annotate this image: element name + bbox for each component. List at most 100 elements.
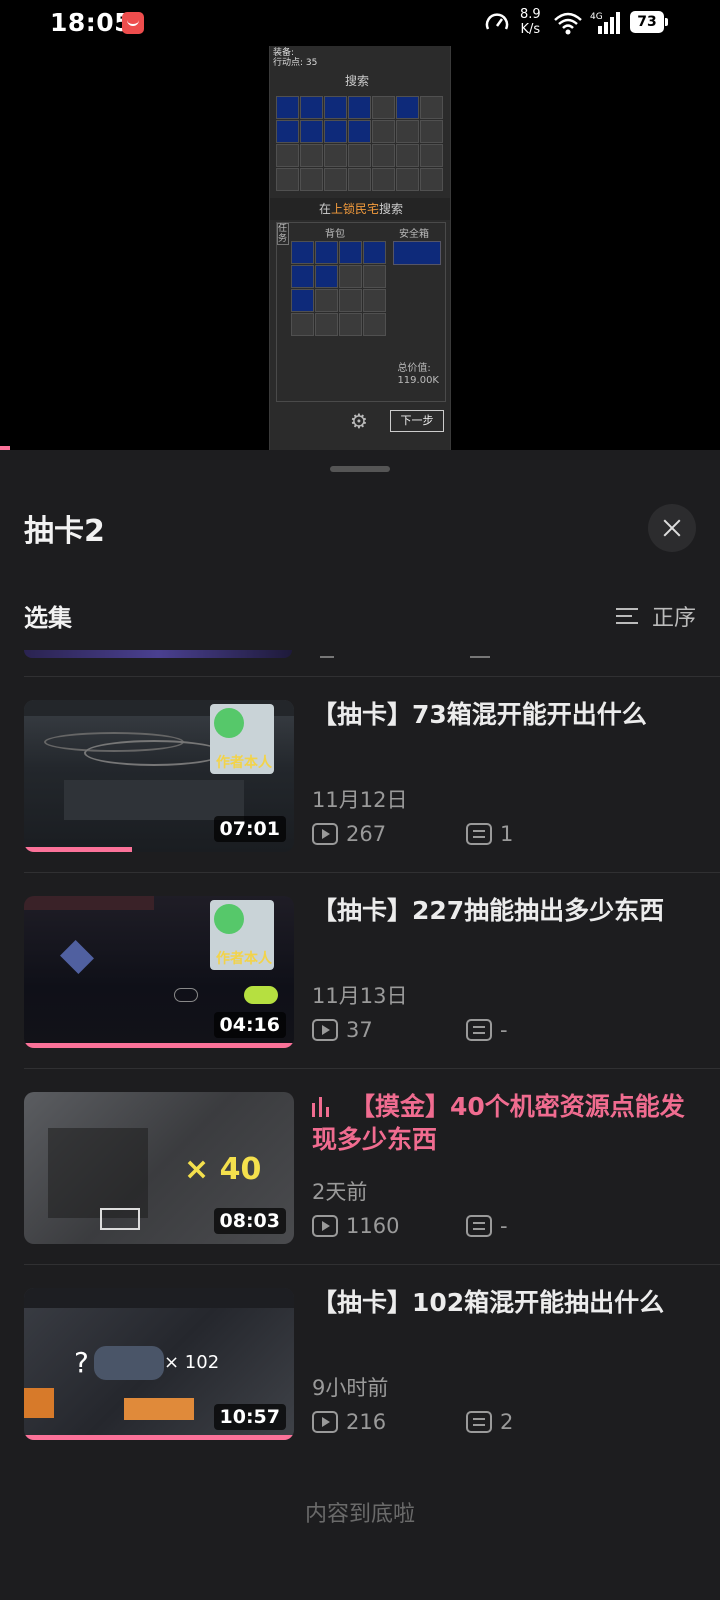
net-speed: 8.9 K/s	[520, 7, 541, 37]
game-screen: 装备: 行动点: 35 搜索 在上锁民宅搜索 任务 背包 安全箱 总价值: 11…	[269, 46, 451, 450]
episode-item[interactable]: 作者本人 07:01 【抽卡】73箱混开能开出什么 11月12日 267 1	[0, 700, 720, 852]
signal-icon: 4G	[590, 12, 620, 34]
episodes-sheet: 抽卡2 选集 正序 作者本人 07:01 【抽卡】73箱混开能开出什么 11月1…	[0, 450, 720, 1600]
episode-stats: 267 1	[312, 822, 696, 846]
game-loot-grid	[276, 96, 443, 191]
episode-item-active[interactable]: × 40 08:03 【摸金】40个机密资源点能发现多少东西 2天前 1160 …	[0, 1092, 720, 1244]
game-next-button: 下一步	[390, 410, 444, 432]
gear-icon: ⚙	[350, 409, 368, 433]
bag-slot	[339, 313, 362, 336]
loot-slot	[372, 96, 395, 119]
loot-slot	[396, 168, 419, 191]
game-backpack-grid	[291, 241, 386, 336]
divider	[24, 872, 720, 873]
loot-slot	[348, 120, 371, 143]
sort-order-button[interactable]: 正序	[615, 600, 696, 632]
comment-count: 1	[500, 822, 514, 846]
peek-divider	[470, 656, 490, 658]
status-bar: 18:05 8.9 K/s 4G 73	[0, 0, 720, 46]
duration: 07:01	[213, 816, 286, 842]
play-count: 37	[346, 1018, 373, 1042]
episode-date: 11月12日	[312, 788, 408, 812]
loot-slot	[372, 144, 395, 167]
comment-count: -	[500, 1018, 508, 1042]
loot-slot	[276, 120, 299, 143]
episode-title: 【抽卡】227抽能抽出多少东西	[312, 896, 665, 925]
wifi-icon	[554, 12, 582, 35]
duration: 08:03	[213, 1208, 286, 1234]
comment-count: 2	[500, 1410, 514, 1434]
close-button[interactable]	[648, 504, 696, 552]
episode-title: 【抽卡】102箱混开能抽出什么	[312, 1288, 665, 1317]
duration: 04:16	[213, 1012, 286, 1038]
loot-slot	[324, 168, 347, 191]
loot-slot	[420, 120, 443, 143]
game-safebox-tab: 安全箱	[399, 229, 429, 240]
bag-slot	[291, 289, 314, 312]
drag-handle[interactable]	[330, 466, 390, 472]
divider	[24, 1264, 720, 1265]
battery-icon: 73	[630, 11, 668, 33]
sheet-title: 抽卡2	[24, 514, 105, 549]
episode-date: 2天前	[312, 1180, 368, 1204]
game-total-value: 总价值: 119.00K	[397, 363, 439, 386]
bag-slot	[291, 265, 314, 288]
divider	[24, 676, 720, 677]
loot-slot	[348, 144, 371, 167]
game-backpack-tab: 背包	[325, 229, 345, 240]
speedometer-icon	[485, 13, 509, 30]
comment-count-icon	[466, 823, 492, 845]
episode-thumbnail: 作者本人 04:16	[24, 896, 294, 1048]
episode-title: 【摸金】40个机密资源点能发现多少东西	[312, 1092, 685, 1154]
divider	[24, 1068, 720, 1069]
loot-slot	[420, 144, 443, 167]
episode-item[interactable]: 作者本人 04:16 【抽卡】227抽能抽出多少东西 11月13日 37 -	[0, 896, 720, 1048]
game-task-tab: 任务	[277, 223, 289, 245]
watch-progress	[24, 1043, 294, 1048]
episode-date: 11月13日	[312, 984, 408, 1008]
loot-slot	[276, 168, 299, 191]
loot-slot	[396, 144, 419, 167]
bag-slot	[339, 289, 362, 312]
loot-slot	[324, 120, 347, 143]
bag-slot	[291, 313, 314, 336]
svg-text:4G: 4G	[590, 12, 603, 22]
play-count: 1160	[346, 1214, 400, 1238]
play-count-icon	[312, 1019, 338, 1041]
comment-count: -	[500, 1214, 508, 1238]
loot-slot	[348, 96, 371, 119]
bag-slot	[315, 313, 338, 336]
sort-icon	[615, 605, 642, 627]
notification-icon	[122, 12, 144, 34]
bag-slot	[363, 241, 386, 264]
clock: 18:05	[50, 8, 133, 37]
comment-count-icon	[466, 1215, 492, 1237]
bag-slot	[363, 265, 386, 288]
episode-title: 【抽卡】73箱混开能开出什么	[312, 700, 647, 729]
play-count-icon	[312, 823, 338, 845]
episode-item[interactable]: ? × 102 10:57 【抽卡】102箱混开能抽出什么 9小时前 216 2	[0, 1288, 720, 1440]
peek-divider	[320, 656, 334, 658]
safebox-slot	[393, 241, 441, 265]
loot-slot	[396, 120, 419, 143]
loot-slot	[420, 96, 443, 119]
bag-slot	[315, 289, 338, 312]
bag-slot	[363, 289, 386, 312]
loot-slot	[300, 168, 323, 191]
bag-slot	[339, 241, 362, 264]
loot-slot	[300, 96, 323, 119]
comment-count-icon	[466, 1019, 492, 1041]
bag-slot	[339, 265, 362, 288]
bag-slot	[315, 265, 338, 288]
previous-episode-peek	[24, 650, 292, 664]
episode-stats: 216 2	[312, 1410, 696, 1434]
loot-slot	[300, 120, 323, 143]
now-playing-icon	[312, 1097, 332, 1117]
episode-stats: 1160 -	[312, 1214, 696, 1238]
end-of-list-text: 内容到底啦	[304, 1502, 415, 1527]
comment-count-icon	[466, 1411, 492, 1433]
video-player[interactable]: 装备: 行动点: 35 搜索 在上锁民宅搜索 任务 背包 安全箱 总价值: 11…	[0, 46, 720, 450]
episode-thumbnail: 作者本人 07:01	[24, 700, 294, 852]
episode-date: 9小时前	[312, 1376, 389, 1400]
loot-slot	[372, 168, 395, 191]
